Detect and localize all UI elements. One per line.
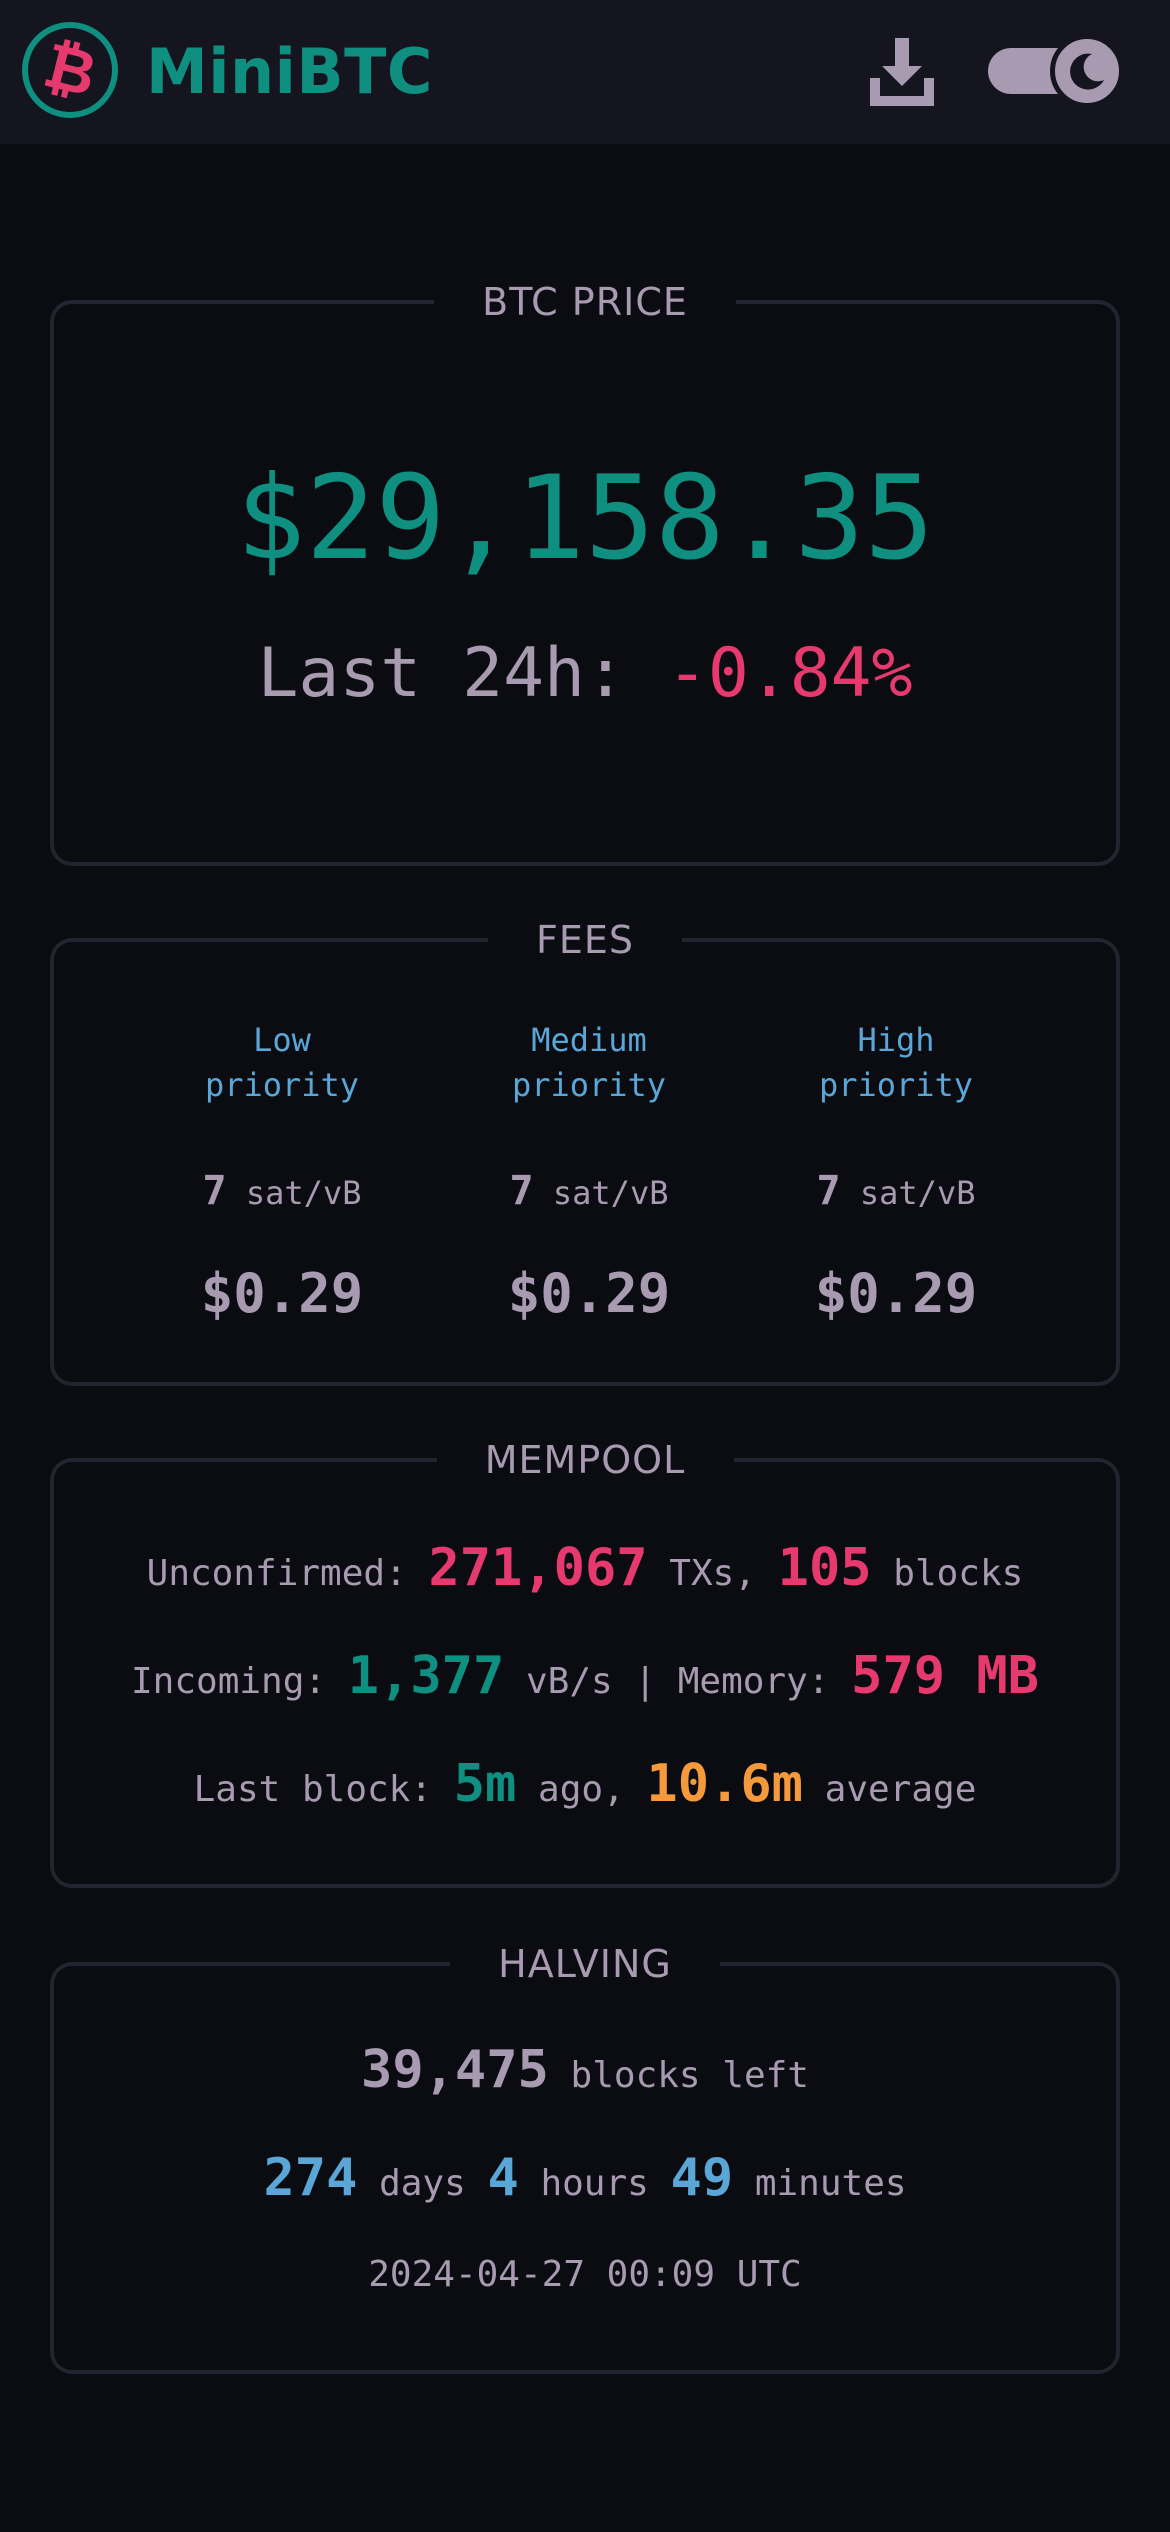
memory-value: 579 MB <box>851 1646 1039 1706</box>
fee-label: Low priority <box>132 1018 432 1108</box>
fee-rate: 7 sat/vB <box>132 1166 432 1218</box>
unconfirmed-line: Unconfirmed: 271,067 TXs, 105 blocks <box>54 1538 1116 1604</box>
incoming-value: 1,377 <box>347 1646 505 1706</box>
fee-rate-unit: sat/vB <box>245 1174 362 1212</box>
download-button[interactable] <box>862 32 942 112</box>
last-block-value: 5m <box>453 1754 517 1814</box>
bitcoin-logo-icon: ₿ <box>22 22 118 118</box>
price-change: Last 24h: -0.84% <box>54 634 1116 714</box>
fee-high: High priority 7 sat/vB $0.29 <box>746 1018 1046 1325</box>
fee-rate: 7 sat/vB <box>746 1166 1046 1218</box>
incoming-line: Incoming: 1,377 vB/s | Memory: 579 MB <box>54 1646 1116 1712</box>
unconfirmed-txs: 271,067 <box>428 1538 648 1598</box>
blocks-left-value: 39,475 <box>361 2040 549 2100</box>
fee-rate-value: 7 <box>509 1168 534 1214</box>
change-value: -0.84% <box>666 634 913 713</box>
blocks-count: 105 <box>777 1538 872 1598</box>
days-value: 274 <box>263 2148 358 2208</box>
fee-label-line1: Low <box>253 1021 311 1059</box>
fee-label: High priority <box>746 1018 1046 1108</box>
fee-label-line1: High <box>857 1021 935 1059</box>
incoming-label: Incoming: <box>131 1661 327 1702</box>
btc-price: $29,158.35 <box>235 451 935 586</box>
fee-label-line2: priority <box>818 1066 974 1104</box>
halving-card: HALVING 39,475 blocks left 274 days 4 ho… <box>50 1936 1120 2374</box>
fee-label-line2: priority <box>204 1066 360 1104</box>
incoming-unit: vB/s | <box>526 1661 657 1702</box>
mempool-card: MEMPOOL Unconfirmed: 271,067 TXs, 105 bl… <box>50 1432 1120 1888</box>
memory-label: Memory: <box>677 1661 830 1702</box>
fee-label-line1: Medium <box>531 1021 647 1059</box>
price-card: BTC PRICE $29,158.35 Last 24h: -0.84% <box>50 274 1120 866</box>
moon-icon <box>1070 53 1104 90</box>
app-header: ₿ MiniBTC <box>0 0 1170 144</box>
countdown-line: 274 days 4 hours 49 minutes <box>54 2148 1116 2214</box>
days-label: days <box>379 2163 466 2204</box>
last-block-label: Last block: <box>193 1769 433 1810</box>
fee-rate: 7 sat/vB <box>439 1166 739 1218</box>
blocks-label: blocks <box>893 1553 1024 1594</box>
toggle-knob <box>1050 34 1124 108</box>
fee-label-line2: priority <box>511 1066 667 1104</box>
theme-toggle[interactable] <box>988 34 1124 108</box>
mempool-legend: MEMPOOL <box>436 1432 734 1488</box>
fee-low: Low priority 7 sat/vB $0.29 <box>132 1018 432 1325</box>
hours-label: hours <box>540 2163 649 2204</box>
average-value: 10.6m <box>646 1754 803 1814</box>
change-label: Last 24h: <box>257 634 626 713</box>
hours-value: 4 <box>487 2148 519 2208</box>
blocks-left-label: blocks left <box>570 2055 809 2096</box>
average-label: average <box>824 1769 977 1810</box>
minutes-value: 49 <box>670 2148 734 2208</box>
fee-rate-value: 7 <box>816 1168 841 1214</box>
fees-legend: FEES <box>488 912 682 968</box>
blocks-left-line: 39,475 blocks left <box>54 2040 1116 2106</box>
fees-card: FEES Low priority 7 sat/vB $0.29 Medium … <box>50 912 1120 1386</box>
halving-legend: HALVING <box>450 1936 720 1992</box>
minutes-label: minutes <box>754 2163 907 2204</box>
fee-rate-unit: sat/vB <box>859 1174 976 1212</box>
download-icon <box>870 38 934 106</box>
app-title: MiniBTC <box>146 35 433 108</box>
fee-usd: $0.29 <box>507 1262 671 1325</box>
last-block-line: Last block: 5m ago, 10.6m average <box>54 1754 1116 1820</box>
fee-usd: $0.29 <box>814 1262 978 1325</box>
txs-label: TXs, <box>669 1553 756 1594</box>
logo-glyph: ₿ <box>36 27 104 112</box>
fee-label: Medium priority <box>439 1018 739 1108</box>
fee-rate-unit: sat/vB <box>552 1174 669 1212</box>
fee-usd: $0.29 <box>200 1262 364 1325</box>
price-legend: BTC PRICE <box>434 274 736 330</box>
unconfirmed-label: Unconfirmed: <box>146 1553 407 1594</box>
fee-rate-value: 7 <box>202 1168 227 1214</box>
ago-label: ago, <box>538 1769 625 1810</box>
halving-date: 2024-04-27 00:09 UTC <box>368 2254 802 2295</box>
fee-medium: Medium priority 7 sat/vB $0.29 <box>439 1018 739 1325</box>
